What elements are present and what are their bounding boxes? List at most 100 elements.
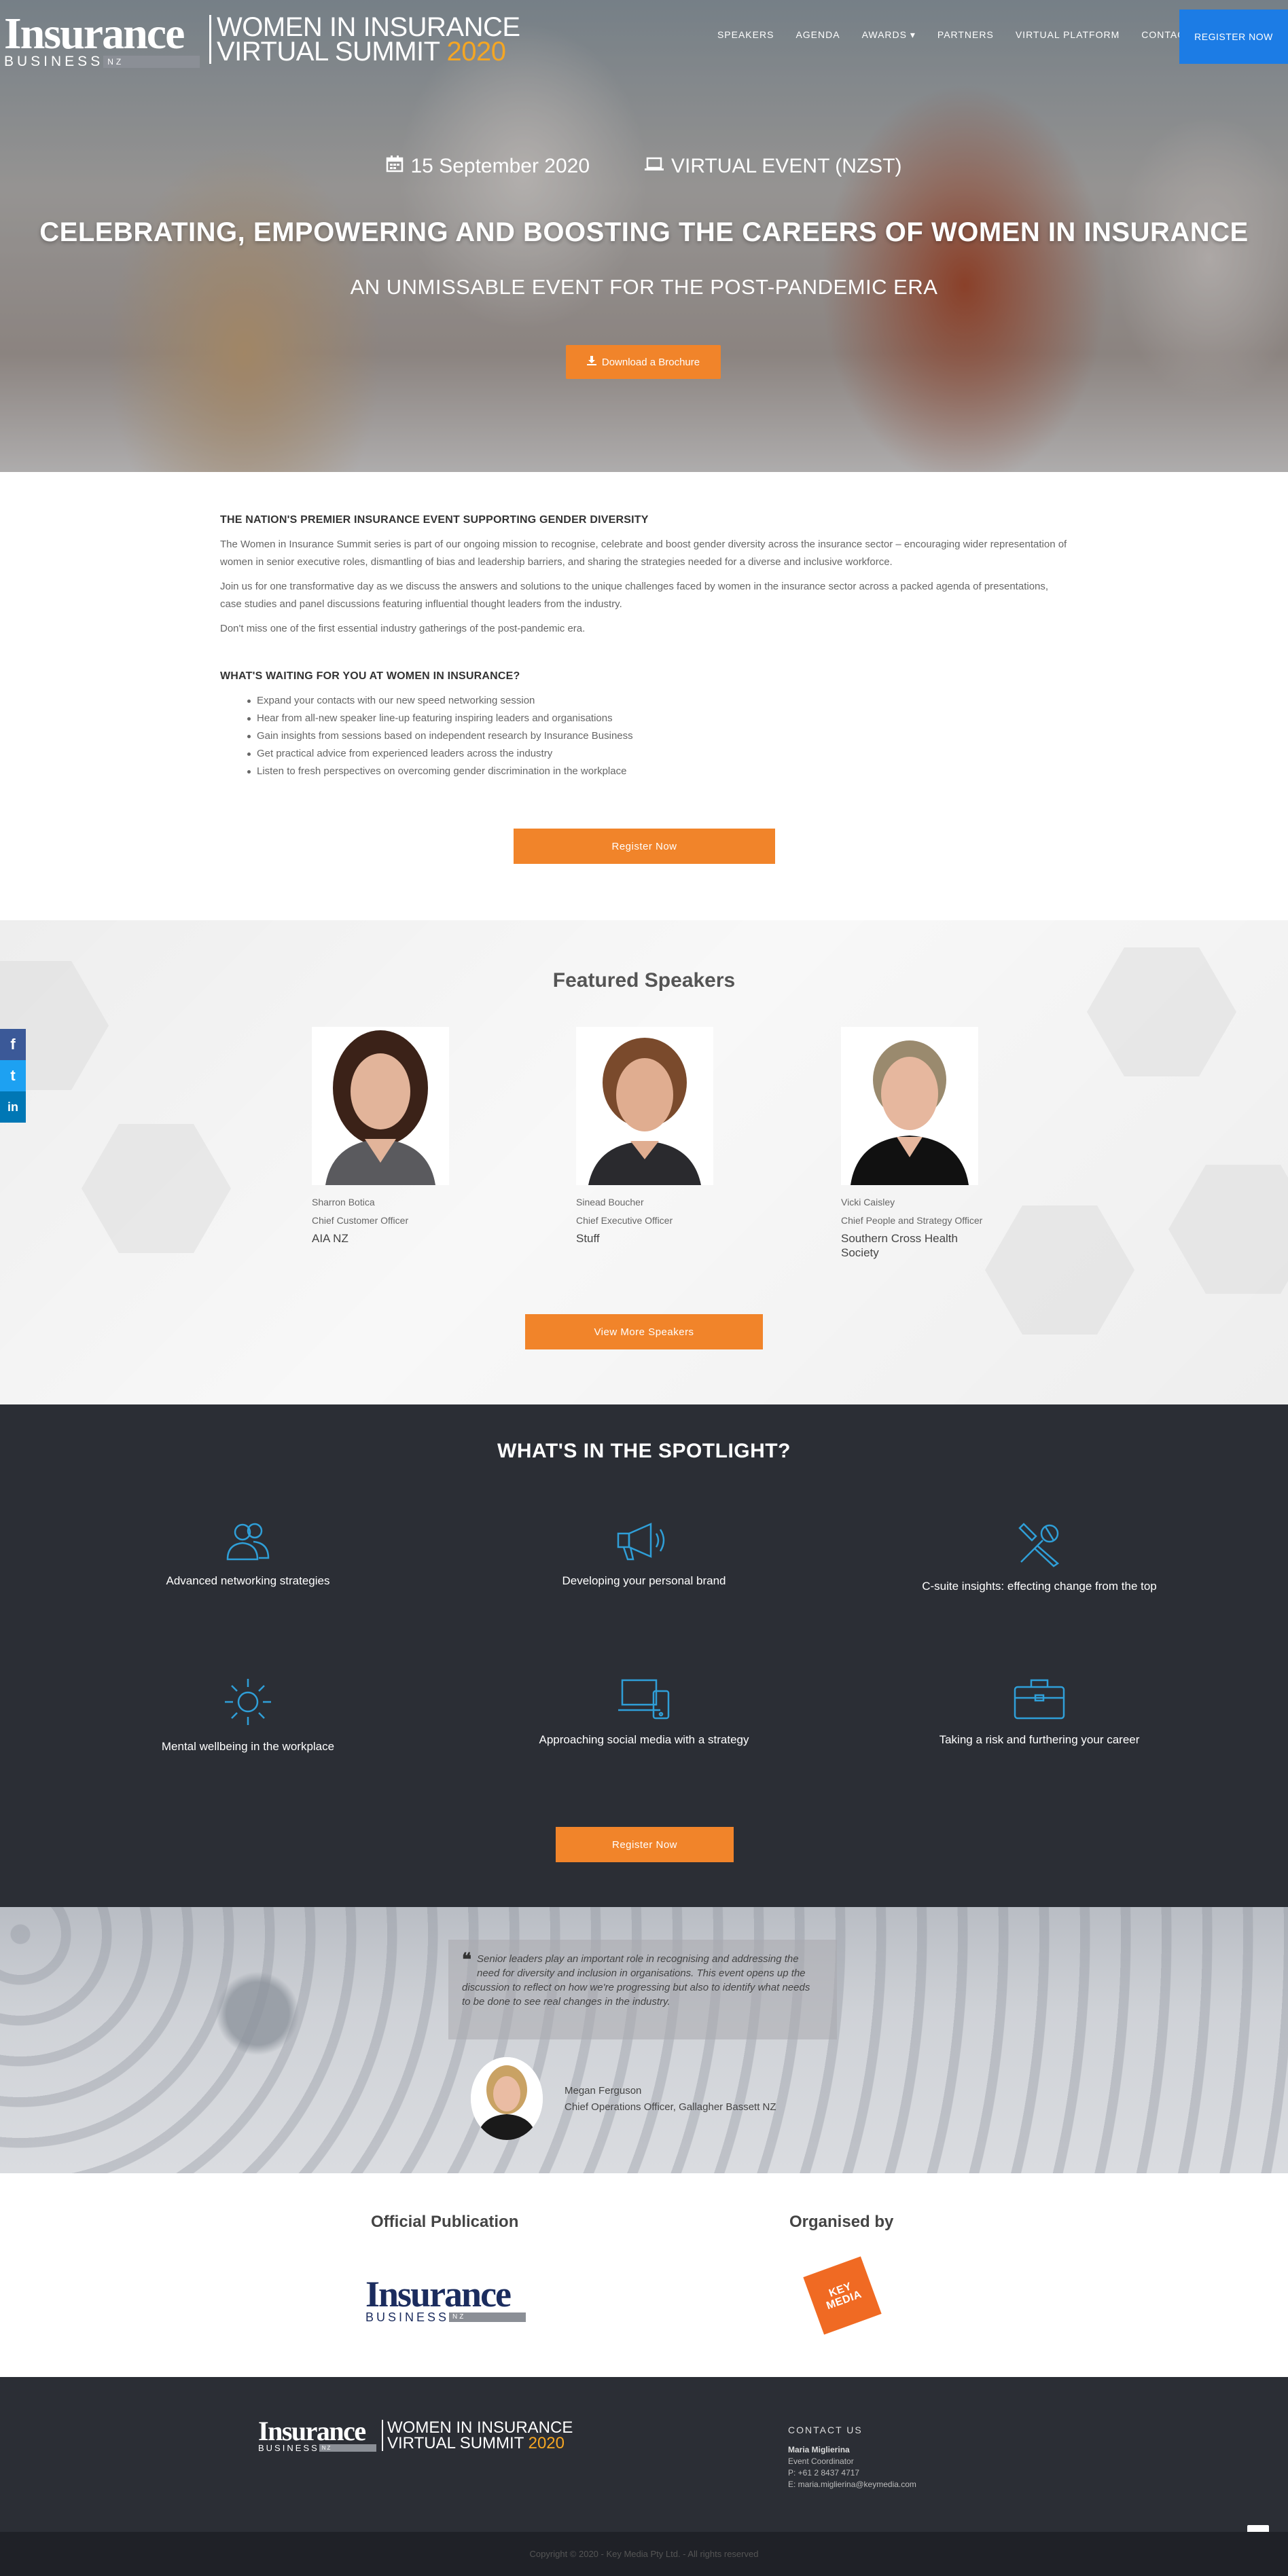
- contact-email[interactable]: E: maria.miglierina@keymedia.com: [788, 2479, 916, 2490]
- event-date: 15 September 2020: [386, 155, 590, 178]
- linkedin-icon[interactable]: in: [0, 1091, 26, 1123]
- list-item: Hear from all-new speaker line-up featur…: [247, 710, 1069, 727]
- footer-logo[interactable]: Insurance BUSINESS NZ WOMEN IN INSURANCE …: [258, 2416, 573, 2453]
- hex-pattern: [985, 1205, 1134, 1335]
- view-more-speakers-button[interactable]: View More Speakers: [525, 1314, 763, 1349]
- spotlight-item: Taking a risk and furthering your career: [897, 1676, 1182, 1747]
- download-brochure-button[interactable]: Download a Brochure: [566, 345, 721, 379]
- main-menu: SPEAKERS AGENDA AWARDS ▾ PARTNERS VIRTUA…: [706, 29, 1220, 41]
- quote-text: Senior leaders play an important role in…: [462, 1953, 810, 2008]
- partners-section: Official Publication Organised by Insura…: [0, 2173, 1288, 2377]
- menu-partners[interactable]: PARTNERS: [927, 29, 1005, 41]
- speaker-company: Stuff: [576, 1232, 600, 1245]
- register-now-intro-button[interactable]: Register Now: [514, 829, 775, 864]
- organised-by-title: Organised by: [789, 2213, 894, 2231]
- testimonial-quote: ❝ Senior leaders play an important role …: [448, 1940, 837, 2039]
- hex-pattern: [1168, 1165, 1288, 1294]
- quote-icon: ❝: [462, 1949, 471, 1970]
- intro-paragraph-1: The Women in Insurance Summit series is …: [220, 539, 1067, 568]
- tools-icon: [1018, 1523, 1060, 1567]
- logo-word: Insurance: [258, 2416, 366, 2446]
- hero-title: CELEBRATING, EMPOWERING AND BOOSTING THE…: [39, 217, 1249, 247]
- list-item: Gain insights from sessions based on ind…: [247, 727, 1069, 745]
- menu-agenda[interactable]: AGENDA: [785, 29, 851, 41]
- speaker-role: Chief Executive Officer: [576, 1215, 673, 1226]
- event-line1: WOMEN IN INSURANCE: [387, 2418, 573, 2437]
- download-icon: [586, 356, 596, 368]
- testimonial-name: Megan Ferguson: [565, 2085, 642, 2097]
- speaker-photo: [312, 1027, 449, 1185]
- testimonial-section: ❝ Senior leaders play an important role …: [0, 1907, 1288, 2173]
- site-logo[interactable]: Insurance BUSINESS NZ WOMEN IN INSURANCE …: [4, 9, 520, 69]
- insurance-business-nz-logo[interactable]: Insurance BUSINESS NZ: [365, 2276, 526, 2324]
- spotlight-item: Advanced networking strategies: [105, 1520, 391, 1588]
- devices-icon: [618, 1679, 670, 1720]
- speaker-card[interactable]: Sinead Boucher Chief Executive Officer S…: [576, 1027, 719, 1246]
- social-share-rail: f t in: [0, 1029, 26, 1123]
- event-year: 2020: [528, 2434, 565, 2452]
- footer: Insurance BUSINESS NZ WOMEN IN INSURANCE …: [0, 2377, 1288, 2547]
- facebook-icon[interactable]: f: [0, 1029, 26, 1060]
- spotlight-label: Taking a risk and furthering your career: [939, 1733, 1140, 1746]
- hero-subtitle: AN UNMISSABLE EVENT FOR THE POST-PANDEMI…: [350, 275, 938, 299]
- calendar-icon: [386, 155, 404, 178]
- event-year: 2020: [446, 37, 506, 67]
- download-brochure-label: Download a Brochure: [601, 356, 700, 368]
- event-meta: 15 September 2020 VIRTUAL EVENT (NZST): [0, 155, 1288, 178]
- speaker-card[interactable]: Vicki Caisley Chief People and Strategy …: [841, 1027, 984, 1260]
- speakers-title: Featured Speakers: [552, 969, 736, 992]
- hero-section: Insurance BUSINESS NZ WOMEN IN INSURANCE …: [0, 0, 1288, 472]
- spotlight-title: WHAT'S IN THE SPOTLIGHT?: [497, 1440, 791, 1462]
- insurance-business-logo: Insurance BUSINESS NZ: [4, 9, 200, 69]
- contact-phone[interactable]: P: +61 2 8437 4717: [788, 2467, 916, 2479]
- speaker-company: AIA NZ: [312, 1232, 348, 1245]
- logo-nz: NZ: [319, 2444, 376, 2452]
- event-location: VIRTUAL EVENT (NZST): [644, 155, 902, 178]
- briefcase-icon: [1014, 1679, 1065, 1720]
- logo-nz: NZ: [103, 56, 200, 68]
- menu-awards[interactable]: AWARDS ▾: [851, 29, 927, 41]
- register-now-nav-button[interactable]: REGISTER NOW: [1179, 10, 1288, 64]
- footer-contact: CONTACT US Maria Miglierina Event Coordi…: [788, 2425, 916, 2490]
- speaker-role: Chief Customer Officer: [312, 1215, 409, 1226]
- top-nav: Insurance BUSINESS NZ WOMEN IN INSURANCE …: [0, 0, 1288, 69]
- logo-business: BUSINESS: [4, 54, 104, 69]
- speaker-card[interactable]: Sharron Botica Chief Customer Officer AI…: [312, 1027, 454, 1246]
- spotlight-label: Mental wellbeing in the workplace: [161, 1740, 335, 1753]
- testimonial-role: Chief Operations Officer, Gallagher Bass…: [565, 2101, 776, 2113]
- event-location-text: VIRTUAL EVENT (NZST): [671, 155, 902, 177]
- sun-icon: [225, 1679, 271, 1725]
- menu-virtual-platform[interactable]: VIRTUAL PLATFORM: [1005, 29, 1130, 41]
- list-item: Get practical advice from experienced le…: [247, 745, 1069, 763]
- spotlight-item: Mental wellbeing in the workplace: [105, 1676, 391, 1754]
- menu-speakers[interactable]: SPEAKERS: [706, 29, 785, 41]
- contact-name: Maria Miglierina: [788, 2445, 850, 2454]
- list-item: Listen to fresh perspectives on overcomi…: [247, 763, 1069, 780]
- spotlight-label: Advanced networking strategies: [166, 1574, 330, 1587]
- benefits-list: Expand your contacts with our new speed …: [247, 692, 1069, 780]
- key-media-logo[interactable]: KEY MEDIA: [803, 2256, 882, 2335]
- logo-nz: NZ: [449, 2312, 526, 2322]
- contact-heading: CONTACT US: [788, 2425, 863, 2435]
- hex-pattern: [1087, 947, 1236, 1076]
- speaker-name: Sinead Boucher: [576, 1197, 644, 1208]
- intro-paragraph-3: Don't miss one of the first essential in…: [220, 623, 586, 634]
- event-logo-text: WOMEN IN INSURANCE VIRTUAL SUMMIT 2020: [209, 14, 520, 67]
- waiting-heading: WHAT'S WAITING FOR YOU AT WOMEN IN INSUR…: [220, 670, 520, 682]
- logo-word: Insurance: [4, 9, 185, 58]
- list-item: Expand your contacts with our new speed …: [247, 692, 1069, 710]
- featured-speakers-section: Featured Speakers Sharron Botica Chief C…: [0, 920, 1288, 1404]
- intro-paragraph-2: Join us for one transformative day as we…: [220, 581, 1049, 610]
- megaphone-icon: [617, 1523, 665, 1561]
- spotlight-item: C-suite insights: effecting change from …: [897, 1520, 1182, 1593]
- spotlight-section: WHAT'S IN THE SPOTLIGHT? Advanced networ…: [0, 1404, 1288, 1907]
- speaker-name: Vicki Caisley: [841, 1197, 895, 1208]
- spotlight-label: C-suite insights: effecting change from …: [922, 1580, 1157, 1593]
- speaker-role: Chief People and Strategy Officer: [841, 1215, 983, 1226]
- logo-business: BUSINESS: [365, 2310, 450, 2324]
- speaker-photo: [841, 1027, 978, 1185]
- twitter-icon[interactable]: t: [0, 1060, 26, 1091]
- people-icon: [226, 1523, 270, 1561]
- register-now-spotlight-button[interactable]: Register Now: [556, 1827, 734, 1862]
- spotlight-label: Developing your personal brand: [562, 1574, 726, 1587]
